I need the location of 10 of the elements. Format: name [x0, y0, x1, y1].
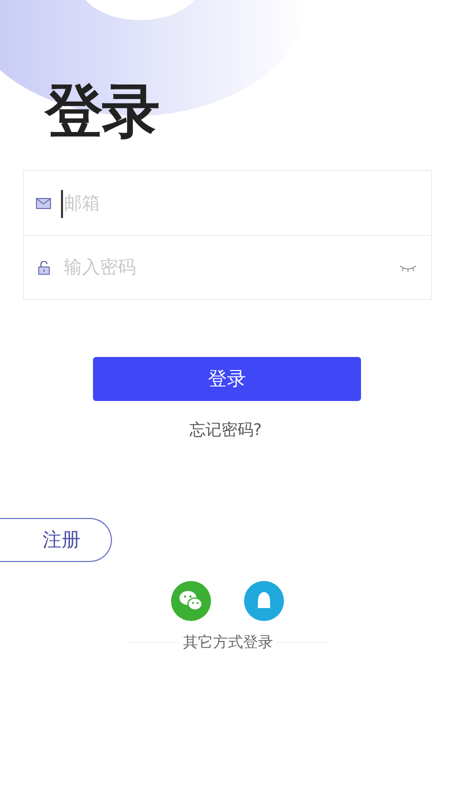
- forgot-password-link[interactable]: 忘记密码?: [189, 420, 262, 441]
- login-button[interactable]: 登录: [93, 357, 361, 401]
- padlock-icon: [38, 260, 50, 274]
- envelope-icon: [36, 198, 51, 208]
- page-title: 登录: [45, 78, 159, 144]
- register-button[interactable]: 注册: [0, 518, 112, 562]
- closed-eye-icon[interactable]: [399, 264, 417, 272]
- chat-bubbles-icon[interactable]: [171, 581, 211, 621]
- penguin-icon[interactable]: [244, 581, 284, 621]
- other-login-label: 其它方式登录: [182, 633, 274, 652]
